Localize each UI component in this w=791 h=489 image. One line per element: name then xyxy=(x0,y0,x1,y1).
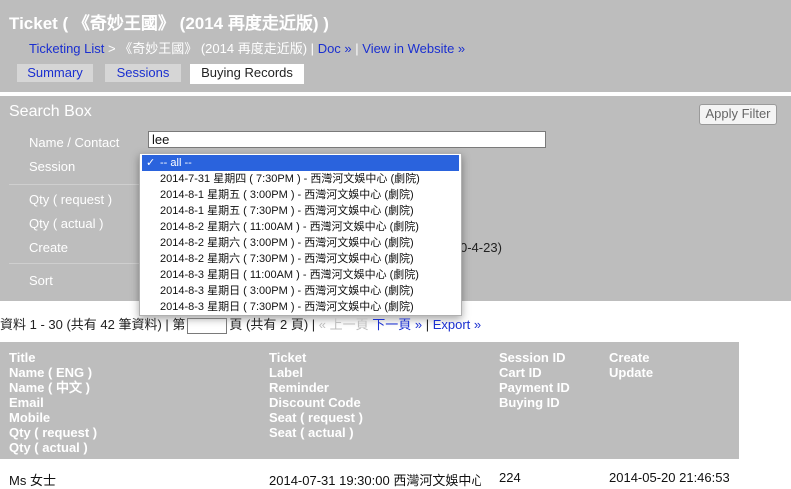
session-option-label: 2014-8-3 星期日 ( 7:30PM ) - 西灣河文娛中心 (劇院) xyxy=(160,301,414,313)
breadcrumb-ticketing-list-link[interactable]: Ticketing List xyxy=(29,41,104,56)
next-page-link[interactable]: 下一頁 » xyxy=(372,317,422,332)
tab-buying-records[interactable]: Buying Records xyxy=(190,64,304,84)
column-header: Label xyxy=(269,365,303,380)
session-option-label: 2014-8-3 星期日 ( 11:00AM ) - 西灣河文娛中心 (劇院) xyxy=(160,269,419,281)
column-group-ids: Session ID Cart ID Payment ID Buying ID xyxy=(499,350,570,410)
column-header: Title xyxy=(9,350,36,365)
session-option[interactable]: 2014-8-3 星期日 ( 7:30PM ) - 西灣河文娛中心 (劇院) xyxy=(142,299,459,315)
name-contact-label: Name / Contact xyxy=(29,135,120,150)
name-contact-input[interactable] xyxy=(148,131,546,148)
session-option-label: 2014-7-31 星期四 ( 7:30PM ) - 西灣河文娛中心 (劇院) xyxy=(160,173,420,185)
column-group-dates: Create Update xyxy=(609,350,653,380)
column-header: Ticket xyxy=(269,350,307,365)
column-header: Name ( ENG ) xyxy=(9,365,93,380)
session-option[interactable]: 2014-8-1 星期五 ( 7:30PM ) - 西灣河文娛中心 (劇院) xyxy=(142,203,459,219)
column-group-customer: Title Name ( ENG ) Name ( 中文 ) Email Mob… xyxy=(9,350,97,455)
table-cell-ticket: 2014-07-31 19:30:00 西灣河文娛中心 xyxy=(269,473,481,488)
session-option[interactable]: 2014-7-31 星期四 ( 7:30PM ) - 西灣河文娛中心 (劇院) xyxy=(142,171,459,187)
session-option[interactable]: ✓ -- all -- xyxy=(142,155,459,171)
table-cell-title: Ms 女士 xyxy=(9,473,56,488)
column-header: Mobile xyxy=(9,410,51,425)
sort-label: Sort xyxy=(29,273,53,288)
prev-page-link: « 上一頁 xyxy=(318,317,369,332)
column-header: Seat ( request ) xyxy=(269,410,363,425)
tab-summary[interactable]: Summary xyxy=(17,64,93,82)
column-header: Payment ID xyxy=(499,380,570,395)
breadcrumb-arrow: > xyxy=(108,41,116,56)
column-header: Update xyxy=(609,365,654,380)
table-cell-session-id: 224 xyxy=(499,470,521,485)
table-header: Title Name ( ENG ) Name ( 中文 ) Email Mob… xyxy=(0,342,739,459)
session-option-label: 2014-8-2 星期六 ( 3:00PM ) - 西灣河文娛中心 (劇院) xyxy=(160,237,414,249)
qty-request-label: Qty ( request ) xyxy=(29,192,113,207)
create-label: Create xyxy=(29,240,69,255)
column-header: Cart ID xyxy=(499,365,542,380)
session-option[interactable]: 2014-8-2 星期六 ( 11:00AM ) - 西灣河文娛中心 (劇院) xyxy=(142,219,459,235)
session-option[interactable]: 2014-8-2 星期六 ( 3:00PM ) - 西灣河文娛中心 (劇院) xyxy=(142,235,459,251)
session-option-label: 2014-8-1 星期五 ( 7:30PM ) - 西灣河文娛中心 (劇院) xyxy=(160,205,414,217)
session-option[interactable]: 2014-8-2 星期六 ( 7:30PM ) - 西灣河文娛中心 (劇院) xyxy=(142,251,459,267)
page-count-text: 頁 (共有 2 頁) | xyxy=(229,317,316,332)
column-group-ticket: Ticket Label Reminder Discount Code Seat… xyxy=(269,350,363,440)
record-range-text: 資料 1 - 30 (共有 42 筆資料) | 第 xyxy=(0,317,186,332)
column-header: Qty ( actual ) xyxy=(9,440,88,455)
session-option-label: 2014-8-3 星期日 ( 3:00PM ) - 西灣河文娛中心 (劇院) xyxy=(160,285,414,297)
apply-filter-button[interactable]: Apply Filter xyxy=(699,104,777,125)
search-box-title: Search Box xyxy=(9,103,92,120)
pager-separator: | xyxy=(425,317,430,332)
column-header: Seat ( actual ) xyxy=(269,425,354,440)
checkmark-icon: ✓ xyxy=(146,157,156,169)
header-bar: Ticket ( 《奇妙王國》 (2014 再度走近版) ) Ticketing… xyxy=(0,0,791,92)
session-option-label: 2014-8-2 星期六 ( 7:30PM ) - 西灣河文娛中心 (劇院) xyxy=(160,253,414,265)
breadcrumb: Ticketing List > 《奇妙王國》 (2014 再度走近版) | D… xyxy=(29,38,465,57)
session-option[interactable]: 2014-8-3 星期日 ( 11:00AM ) - 西灣河文娛中心 (劇院) xyxy=(142,267,459,283)
session-dropdown-menu[interactable]: ✓ -- all -- 2014-7-31 星期四 ( 7:30PM ) - 西… xyxy=(139,153,462,316)
breadcrumb-separator: | xyxy=(355,41,359,56)
column-header: Reminder xyxy=(269,380,329,395)
pagination: 資料 1 - 30 (共有 42 筆資料) | 第 頁 (共有 2 頁) | « … xyxy=(0,314,481,334)
breadcrumb-separator: | xyxy=(310,41,315,56)
tab-sessions[interactable]: Sessions xyxy=(105,64,181,82)
qty-actual-label: Qty ( actual ) xyxy=(29,216,104,231)
session-option[interactable]: 2014-8-1 星期五 ( 3:00PM ) - 西灣河文娛中心 (劇院) xyxy=(142,187,459,203)
session-label: Session xyxy=(29,159,76,174)
column-header: Qty ( request ) xyxy=(9,425,98,440)
export-link[interactable]: Export » xyxy=(433,317,481,332)
session-option-label: -- all -- xyxy=(160,157,192,169)
breadcrumb-current: 《奇妙王國》 (2014 再度走近版) xyxy=(119,41,308,56)
column-header: Name ( 中文 ) xyxy=(9,380,90,395)
column-header: Create xyxy=(609,350,650,365)
page-title: Ticket ( 《奇妙王國》 (2014 再度走近版) ) xyxy=(9,14,329,33)
page-number-input[interactable] xyxy=(187,317,228,334)
view-in-website-link[interactable]: View in Website » xyxy=(362,41,465,56)
create-date-hint: 0-4-23) xyxy=(460,240,502,255)
column-header: Email xyxy=(9,395,44,410)
column-header: Buying ID xyxy=(499,395,560,410)
session-option-label: 2014-8-1 星期五 ( 3:00PM ) - 西灣河文娛中心 (劇院) xyxy=(160,189,414,201)
session-option[interactable]: 2014-8-3 星期日 ( 3:00PM ) - 西灣河文娛中心 (劇院) xyxy=(142,283,459,299)
session-option-label: 2014-8-2 星期六 ( 11:00AM ) - 西灣河文娛中心 (劇院) xyxy=(160,221,419,233)
table-cell-create: 2014-05-20 21:46:53 xyxy=(609,470,729,485)
column-header: Session ID xyxy=(499,350,566,365)
column-header: Discount Code xyxy=(269,395,361,410)
doc-link[interactable]: Doc » xyxy=(318,41,352,56)
